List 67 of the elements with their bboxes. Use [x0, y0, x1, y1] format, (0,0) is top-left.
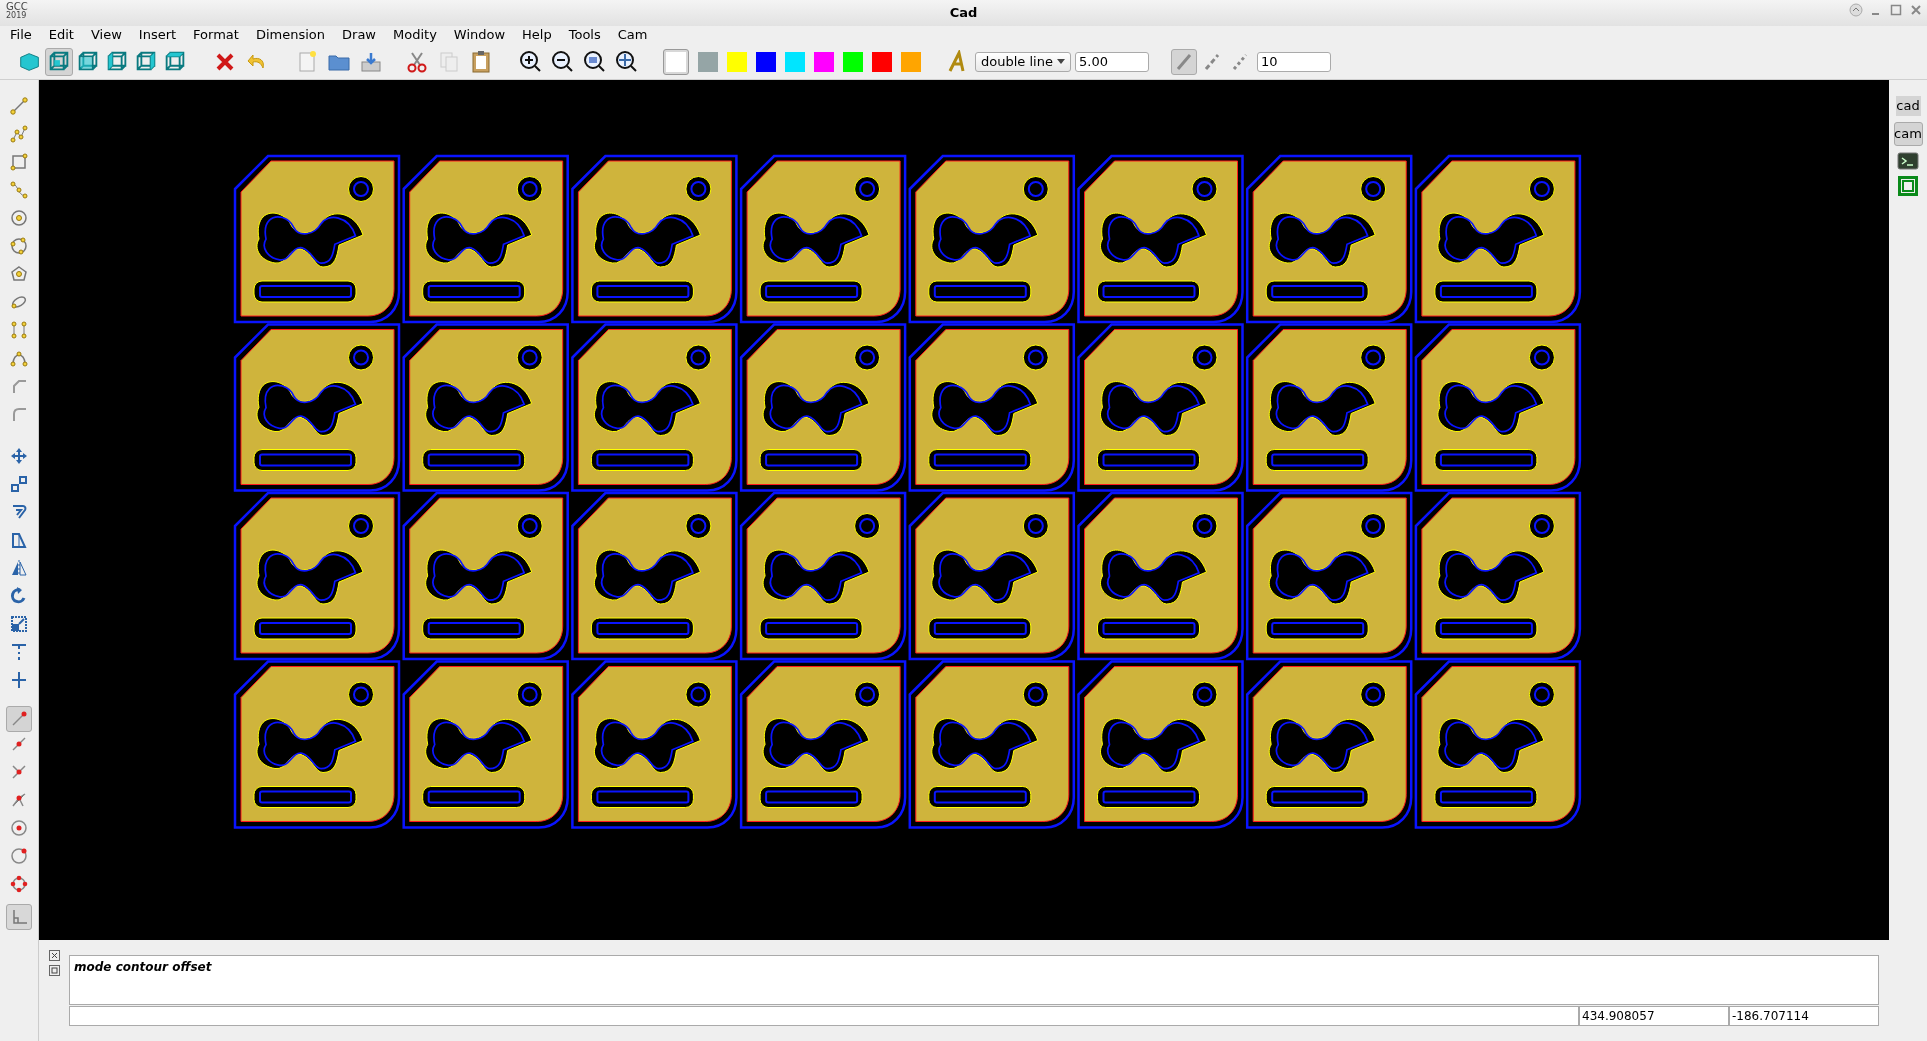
- circle-center-icon: [9, 818, 29, 838]
- menu-item[interactable]: Help: [522, 25, 552, 45]
- scale-icon: [9, 614, 29, 634]
- shade-icon[interactable]: [1849, 3, 1863, 17]
- float-panel-icon[interactable]: [48, 965, 60, 976]
- menu-item[interactable]: Insert: [138, 25, 177, 45]
- menu-item[interactable]: Cam: [617, 25, 648, 45]
- app-logo-text: GCC: [6, 2, 28, 11]
- circle-quadrant-icon: [9, 874, 29, 894]
- color-swatch[interactable]: [756, 51, 776, 72]
- y-coordinate-field: -186.707114: [1729, 1006, 1879, 1026]
- color-swatch[interactable]: [727, 51, 747, 72]
- panel-tab[interactable]: cad: [1895, 96, 1921, 116]
- polyline-icon: [9, 124, 29, 144]
- rectangle-icon: [9, 152, 29, 172]
- mirror-icon: [9, 558, 29, 578]
- color-swatch[interactable]: [901, 51, 921, 72]
- panel-tab[interactable]: cam: [1893, 122, 1923, 146]
- tool-button[interactable]: [6, 904, 32, 930]
- menu-item[interactable]: View: [90, 25, 122, 45]
- caret-icon: [1057, 59, 1065, 64]
- circle-icon: [9, 208, 29, 228]
- move-icon: [9, 446, 29, 466]
- terminal-icon[interactable]: [1897, 152, 1919, 170]
- line-width-field[interactable]: 5.00: [1075, 51, 1149, 72]
- cross-icon: [9, 670, 29, 690]
- line-type-dropdown[interactable]: double line: [975, 51, 1071, 72]
- menu-item[interactable]: File: [10, 25, 32, 45]
- dashed-line-icon: [9, 642, 29, 662]
- view-button[interactable]: [45, 47, 73, 76]
- console-output: mode contour offset: [69, 955, 1879, 1005]
- color-swatch[interactable]: [698, 51, 718, 72]
- close-icon[interactable]: [1909, 3, 1923, 17]
- color-swatch[interactable]: [843, 51, 863, 72]
- menu-item[interactable]: Draw: [342, 25, 376, 45]
- menu-item[interactable]: Tools: [568, 25, 601, 45]
- x-coordinate-field: 434.908057: [1579, 1006, 1729, 1026]
- line-icon: [9, 96, 29, 116]
- squares-icon: [9, 474, 29, 494]
- menu-item[interactable]: Dimension: [255, 25, 326, 45]
- trapezoid-icon: [9, 530, 29, 550]
- frame-icon[interactable]: [1898, 176, 1918, 196]
- tool-button[interactable]: [6, 706, 32, 732]
- line-style-button[interactable]: [1171, 48, 1197, 75]
- color-swatch[interactable]: [785, 51, 805, 72]
- dots-icon: [9, 320, 29, 340]
- color-swatch[interactable]: [872, 51, 892, 72]
- menu-item[interactable]: Window: [453, 25, 506, 45]
- window-title: Cad: [949, 4, 978, 23]
- color-swatch[interactable]: [663, 48, 689, 75]
- close-panel-icon[interactable]: [48, 950, 60, 961]
- circle-point-icon: [9, 846, 29, 866]
- app-logo-text: 2019: [6, 11, 28, 20]
- menu-item[interactable]: Edit: [48, 25, 74, 45]
- line-scale-field[interactable]: 10: [1257, 51, 1331, 72]
- pentagon-icon: [9, 264, 29, 284]
- menu-item[interactable]: Modity: [393, 25, 437, 45]
- curve-icon: [9, 180, 29, 200]
- command-input[interactable]: [69, 1006, 1579, 1026]
- drawing-canvas[interactable]: [39, 80, 1889, 940]
- menu-item[interactable]: Format: [193, 25, 239, 45]
- maximize-icon[interactable]: [1889, 3, 1903, 17]
- line-icon: [1174, 51, 1194, 72]
- dashed-line-icon: [1202, 51, 1222, 72]
- arc-icon: [9, 348, 29, 368]
- color-swatch[interactable]: [814, 51, 834, 72]
- circle-icon: [9, 236, 29, 256]
